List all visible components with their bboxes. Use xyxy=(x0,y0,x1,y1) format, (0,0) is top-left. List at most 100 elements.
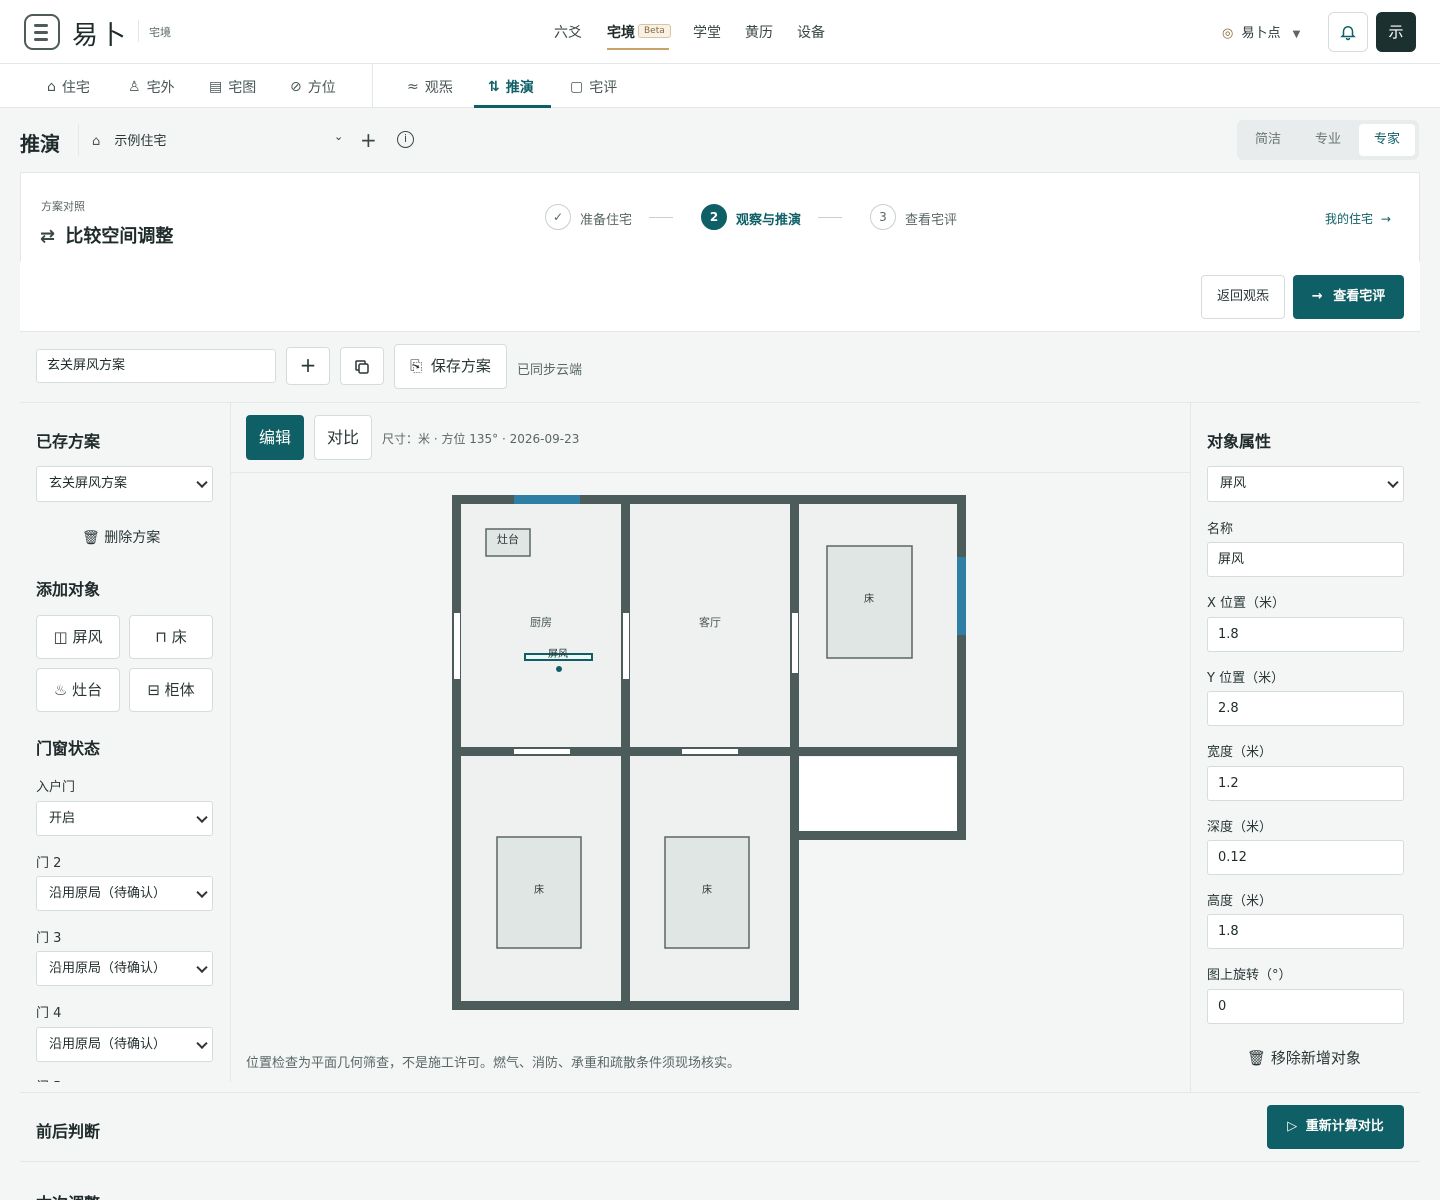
info-button[interactable]: i xyxy=(397,131,414,148)
add-screen-button[interactable]: ◫ 屏风 xyxy=(36,615,120,659)
home-select[interactable]: ⌂ 示例住宅 ⌄ xyxy=(92,130,352,152)
save-scheme-button[interactable]: ⎘ 保存方案 xyxy=(394,344,507,389)
door-4-select[interactable]: 沿用原局（待确认） xyxy=(36,1027,213,1062)
compare-icon: ⇄ xyxy=(40,226,56,247)
bed-label-2: 床 xyxy=(534,883,544,896)
sub-navigation: ⌂ 住宅 ♙ 宅外 ▤ 宅图 ⊘ 方位 ≈ 观炁 ⇅ 推演 ▢ 宅评 xyxy=(0,64,1440,108)
remove-object-button[interactable]: 🗑 移除新增对象 xyxy=(1247,1047,1361,1068)
layout-icon: ▤ xyxy=(209,79,223,95)
nav-huangli[interactable]: 黄历 xyxy=(745,22,773,42)
avatar[interactable]: 示 xyxy=(1376,12,1416,52)
field-depth-label: 深度（米） xyxy=(1207,820,1273,835)
saved-scheme-select[interactable]: 玄关屏风方案 xyxy=(36,466,213,502)
delete-scheme-button[interactable]: 🗑 删除方案 xyxy=(82,527,160,547)
recalculate-button[interactable]: ▷ 重新计算对比 xyxy=(1267,1105,1404,1149)
screen-anchor-handle[interactable] xyxy=(556,666,562,672)
arrow-right-icon: → xyxy=(1380,212,1391,226)
points-label: 易卜点 xyxy=(1241,26,1281,41)
field-x-label: X 位置（米） xyxy=(1207,596,1286,611)
compass-icon: ⊘ xyxy=(290,79,302,95)
info-icon: i xyxy=(403,132,408,145)
field-width-input[interactable]: 1.2 xyxy=(1207,766,1404,801)
plan-meta: 尺寸：米 · 方位 135° · 2026-09-23 xyxy=(382,432,580,446)
logo-icon[interactable] xyxy=(24,14,60,50)
mode-pro[interactable]: 专业 xyxy=(1300,124,1356,156)
nav-xuetang[interactable]: 学堂 xyxy=(693,22,721,42)
floor-plan[interactable]: 灶台 床 床 床 厨房 客厅 屏风 xyxy=(440,485,980,1025)
field-height-label: 高度（米） xyxy=(1207,894,1273,909)
door-3-label: 门 3 xyxy=(36,931,62,946)
screen-icon: ◫ xyxy=(53,628,68,646)
door-kitchen-living[interactable] xyxy=(623,613,629,679)
step-3-circle: 3 xyxy=(870,204,896,230)
trash-icon: 🗑 xyxy=(82,530,100,546)
nav-zhaijing[interactable]: 宅境 xyxy=(607,22,635,42)
back-button[interactable]: 返回观炁 xyxy=(1201,275,1285,319)
field-depth-input[interactable]: 0.12 xyxy=(1207,840,1404,875)
plus-icon: + xyxy=(299,353,317,377)
nav-liuyao[interactable]: 六爻 xyxy=(554,22,582,42)
field-name-input[interactable]: 屏风 xyxy=(1207,542,1404,577)
add-objects-title: 添加对象 xyxy=(36,580,101,599)
field-x-input[interactable]: 1.8 xyxy=(1207,617,1404,652)
add-bed-button[interactable]: ⊓ 床 xyxy=(129,615,213,659)
door-2-select[interactable]: 沿用原局（待确认） xyxy=(36,876,213,911)
branch-icon: ⇅ xyxy=(488,79,500,95)
object-select[interactable]: 屏风 xyxy=(1207,466,1404,502)
door-west[interactable] xyxy=(454,613,460,679)
room-label-living: 客厅 xyxy=(699,615,721,629)
home-icon: ⌂ xyxy=(47,79,56,95)
door-kitchen-south[interactable] xyxy=(514,749,570,754)
field-rotation-input[interactable]: 0 xyxy=(1207,989,1404,1024)
floor-balcony xyxy=(796,757,962,833)
chevron-down-icon: ▼ xyxy=(1292,29,1301,40)
tab-active-underline xyxy=(474,105,551,108)
tab-zhaiping[interactable]: ▢ 宅评 xyxy=(570,77,617,97)
window-east[interactable] xyxy=(957,557,966,635)
field-y-input[interactable]: 2.8 xyxy=(1207,691,1404,726)
field-rotation-label: 图上旋转（°） xyxy=(1207,968,1292,983)
properties-title: 对象属性 xyxy=(1207,432,1272,451)
step-1-label[interactable]: 准备住宅 xyxy=(580,209,632,228)
beta-badge: Beta xyxy=(638,24,671,38)
tab-zhaiwai[interactable]: ♙ 宅外 xyxy=(128,77,175,97)
tab-zhuzhai[interactable]: ⌂ 住宅 xyxy=(47,77,90,97)
copy-icon xyxy=(355,360,369,374)
doors-title: 门窗状态 xyxy=(36,739,101,758)
bed-icon: ⊓ xyxy=(155,628,167,646)
tab-compare[interactable]: 对比 xyxy=(314,415,372,460)
stepper-heading: ⇄ 比较空间调整 xyxy=(40,226,174,247)
new-scheme-button[interactable]: + xyxy=(286,347,330,385)
compare-section xyxy=(20,1092,1420,1162)
door-1-select[interactable]: 开启 xyxy=(36,801,213,836)
mode-simple[interactable]: 简洁 xyxy=(1240,124,1296,156)
door-living-bedroom[interactable] xyxy=(792,613,798,673)
view-review-button[interactable]: → 查看宅评 xyxy=(1293,275,1404,319)
tab-guanqi[interactable]: ≈ 观炁 xyxy=(407,77,453,97)
step-2-label[interactable]: 观察与推演 xyxy=(736,209,801,228)
door-living-south[interactable] xyxy=(682,749,738,754)
bed-label-1: 床 xyxy=(864,592,874,605)
step-3-label[interactable]: 查看宅评 xyxy=(905,209,957,228)
tab-fangwei[interactable]: ⊘ 方位 xyxy=(290,77,336,97)
points-menu[interactable]: ◎ 易卜点 ▼ xyxy=(1222,22,1300,41)
copy-scheme-button[interactable] xyxy=(340,347,384,385)
play-icon: ▷ xyxy=(1287,1119,1298,1134)
tab-edit[interactable]: 编辑 xyxy=(246,415,304,460)
chevron-down-icon: ⌄ xyxy=(334,130,344,143)
my-home-link[interactable]: 我的住宅 → xyxy=(1325,210,1391,227)
scheme-name-input[interactable]: 玄关屏风方案 xyxy=(36,349,276,383)
field-height-input[interactable]: 1.8 xyxy=(1207,914,1404,949)
add-home-button[interactable]: + xyxy=(360,128,377,152)
logo-text[interactable]: 易卜 xyxy=(72,15,128,52)
notification-button[interactable] xyxy=(1328,12,1368,52)
trash-icon: 🗑 xyxy=(1247,1049,1267,1067)
nav-shebei[interactable]: 设备 xyxy=(797,22,825,42)
door-3-select[interactable]: 沿用原局（待确认） xyxy=(36,951,213,986)
tab-zhaitu[interactable]: ▤ 宅图 xyxy=(209,77,256,97)
tab-tuiyan[interactable]: ⇅ 推演 xyxy=(488,77,534,97)
mode-expert[interactable]: 专家 xyxy=(1359,124,1415,156)
add-cabinet-button[interactable]: ⊟ 柜体 xyxy=(129,668,213,712)
add-stove-button[interactable]: ♨ 灶台 xyxy=(36,668,120,712)
entrance-door[interactable] xyxy=(514,495,580,504)
